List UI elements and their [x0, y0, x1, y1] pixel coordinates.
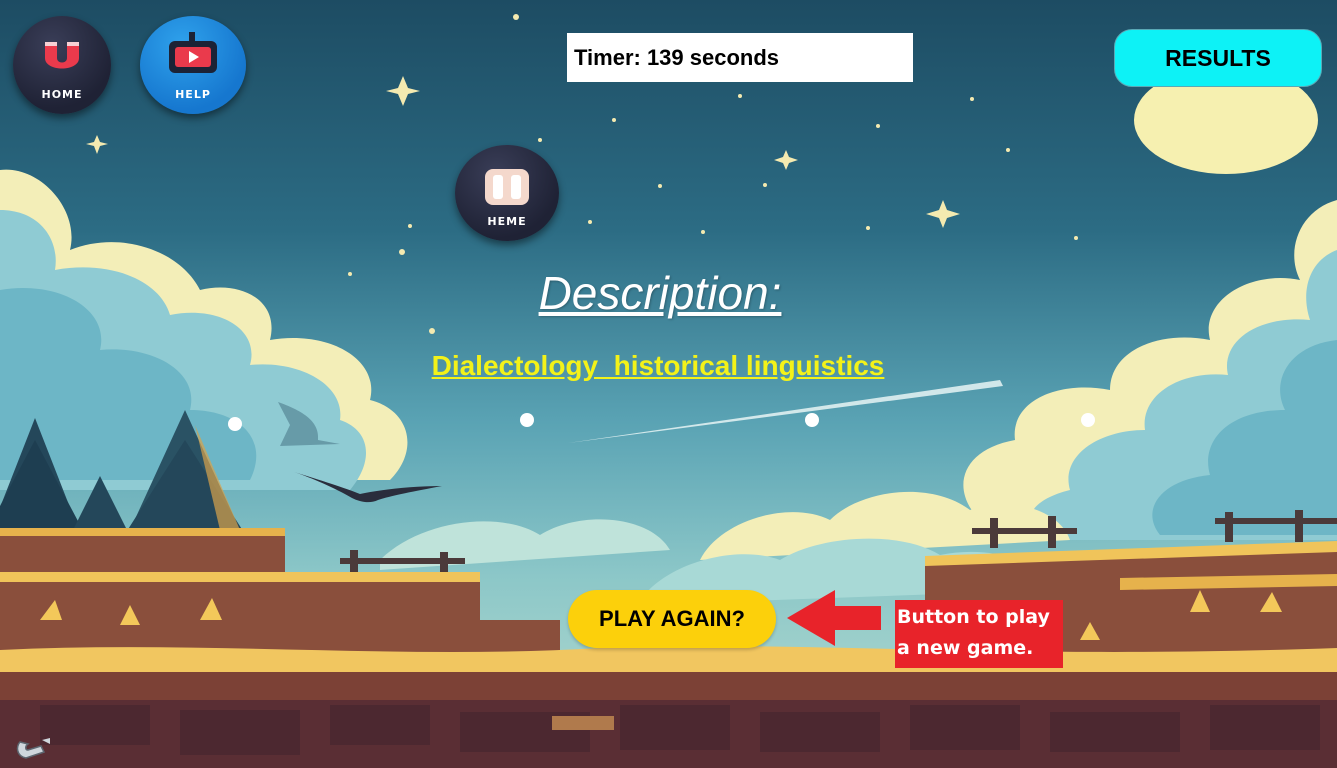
timer-display: Timer: 139 seconds — [567, 33, 913, 82]
description-title: Description: — [538, 267, 782, 319]
annotation-note: Button to play a new game. — [895, 600, 1063, 668]
left-arrow-icon — [787, 590, 881, 646]
background-landscape — [0, 14, 1337, 768]
clouds-left — [0, 169, 408, 490]
magnet-icon — [45, 42, 79, 69]
annotation-line-1: Button to play — [897, 606, 1050, 628]
magnet-small-icon[interactable] — [14, 736, 54, 762]
ground-terrain — [0, 528, 1337, 768]
theme-label: HEME — [487, 215, 527, 228]
theme-button[interactable]: HEME — [455, 145, 559, 241]
play-again-button[interactable]: PLAY AGAIN? — [568, 590, 776, 648]
description-text: Dialectology historical linguistics — [431, 350, 885, 381]
help-label: HELP — [175, 88, 211, 101]
game-scene — [0, 0, 1337, 768]
results-button[interactable]: RESULTS — [1114, 29, 1322, 87]
home-button[interactable]: HOME — [13, 16, 111, 114]
annotation-line-2: a new game. — [897, 637, 1034, 659]
home-label: HOME — [41, 88, 83, 101]
help-button[interactable]: HELP — [140, 16, 246, 114]
pause-icon — [485, 169, 529, 205]
tv-play-icon — [169, 32, 217, 73]
shooting-star — [568, 380, 1003, 443]
